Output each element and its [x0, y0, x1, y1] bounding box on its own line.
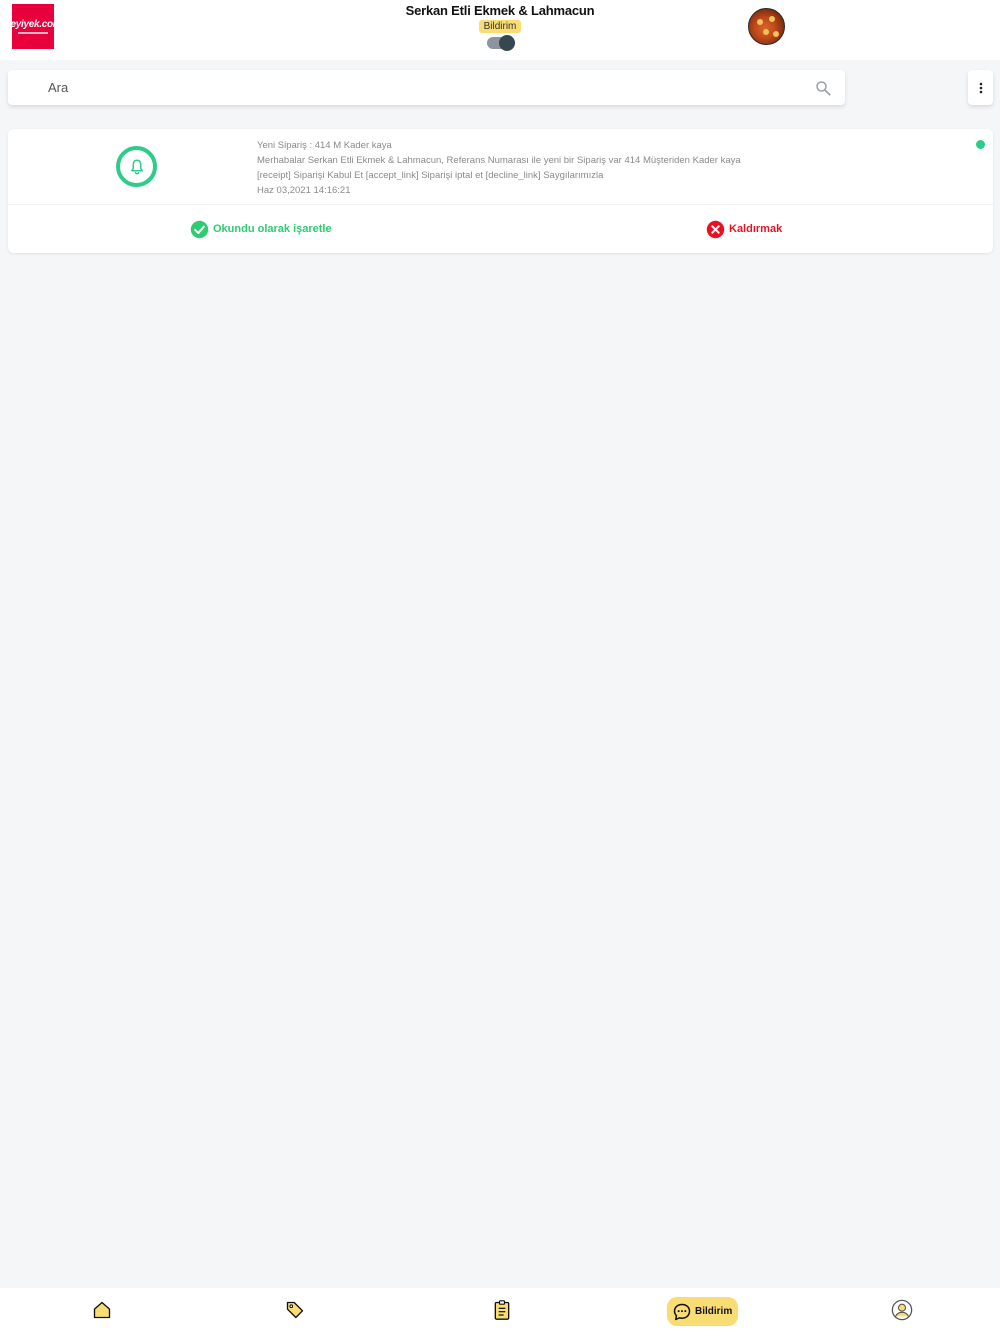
mark-as-read-label: Okundu olarak işaretle — [213, 223, 332, 235]
notification-title: Yeni Sipariş : 414 M Kader kaya — [257, 140, 392, 151]
search-bar — [8, 70, 845, 105]
logo-underline — [18, 32, 48, 34]
notification-timestamp: Haz 03,2021 14:16:21 — [257, 185, 351, 196]
mark-as-read-button[interactable]: Okundu olarak işaretle — [190, 219, 332, 239]
more-vert-icon — [979, 82, 982, 93]
nav-profile[interactable] — [890, 1298, 914, 1322]
check-circle-icon — [190, 220, 209, 238]
nav-offers[interactable] — [283, 1298, 307, 1322]
notification-body-line2: [receipt] Siparişi Kabul Et [accept_link… — [257, 170, 604, 181]
card-divider — [8, 204, 993, 205]
notification-badge: Bildirim — [479, 20, 521, 33]
logo-text: neyiyek.com — [4, 19, 62, 30]
profile-icon — [891, 1299, 913, 1321]
store-avatar[interactable] — [748, 8, 785, 45]
remove-button[interactable]: Kaldırmak — [706, 219, 782, 239]
nav-notifications-label: Bildirim — [695, 1306, 733, 1317]
tag-icon — [286, 1301, 304, 1319]
nav-orders[interactable] — [490, 1298, 514, 1322]
search-icon[interactable] — [814, 79, 832, 97]
home-icon — [93, 1301, 111, 1319]
close-circle-icon — [706, 220, 725, 238]
notification-body-line1: Merhabalar Serkan Etli Ekmek & Lahmacun,… — [257, 155, 741, 166]
clipboard-icon — [494, 1300, 510, 1320]
search-input[interactable] — [48, 70, 808, 105]
bell-icon — [130, 159, 143, 175]
nav-notifications[interactable]: Bildirim — [667, 1297, 738, 1326]
chat-icon — [673, 1303, 691, 1320]
unread-indicator — [976, 140, 985, 149]
more-options-button[interactable] — [968, 70, 993, 105]
remove-label: Kaldırmak — [729, 223, 783, 235]
toggle-knob[interactable] — [499, 35, 515, 51]
notification-bell-badge — [116, 146, 157, 187]
notification-content: Yeni Sipariş : 414 M Kader kaya Merhabal… — [257, 138, 957, 198]
store-name: Serkan Etli Ekmek & Lahmacun — [405, 3, 595, 18]
nav-home[interactable] — [90, 1298, 114, 1322]
